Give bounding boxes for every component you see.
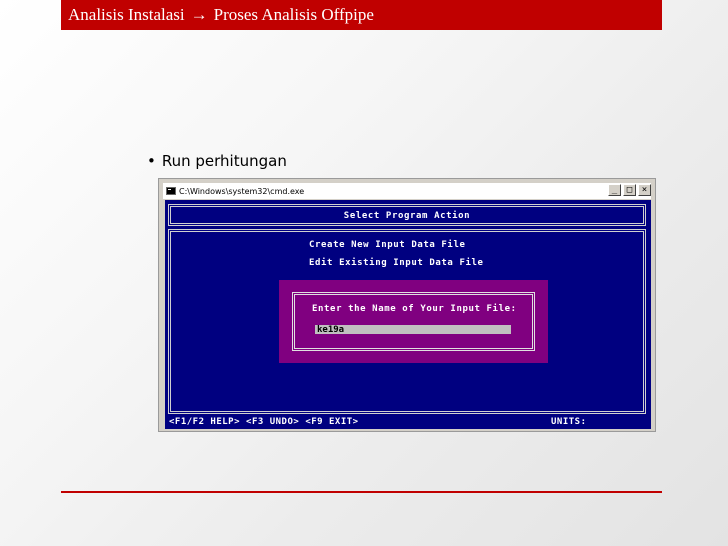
window-controls: _ □ × (606, 183, 651, 196)
footer-divider (61, 491, 662, 493)
help-key-hint: <F1/F2 HELP> (169, 417, 241, 427)
menu-item-edit[interactable]: Edit Existing Input Data File (309, 258, 484, 268)
function-keys: <F1/F2 HELP> <F3 UNDO> <F9 EXIT> (169, 417, 359, 427)
arrow-right-icon: → (190, 5, 208, 24)
cmd-window-title: C:\Windows\system32\cmd.exe (179, 186, 305, 196)
status-bar: <F1/F2 HELP> <F3 UNDO> <F9 EXIT> UNITS: (165, 415, 651, 429)
cmd-prompt-icon (166, 187, 176, 195)
menu-item-create[interactable]: Create New Input Data File (309, 240, 465, 250)
main-frame: Create New Input Data File Edit Existing… (168, 229, 646, 414)
units-label: UNITS: (551, 417, 587, 427)
dialog-frame: Enter the Name of Your Input File: (292, 292, 535, 351)
bullet-text: Run perhitungan (161, 152, 287, 170)
exit-key-hint: <F9 EXIT> (305, 417, 359, 427)
minimize-button[interactable]: _ (608, 184, 621, 196)
bullet-dot-icon: • (147, 152, 156, 170)
cmd-window: C:\Windows\system32\cmd.exe _ □ × Select… (158, 178, 656, 432)
slide-title-part1: Analisis Instalasi (68, 5, 185, 24)
dialog-label: Enter the Name of Your Input File: (312, 304, 517, 314)
slide-title-part2: Proses Analisis Offpipe (213, 5, 374, 24)
input-file-field[interactable] (315, 325, 511, 334)
input-file-dialog: Enter the Name of Your Input File: (279, 280, 548, 363)
maximize-button[interactable]: □ (623, 184, 636, 196)
undo-key-hint: <F3 UNDO> (246, 417, 300, 427)
header-frame: Select Program Action (168, 204, 646, 226)
slide-title-bar: Analisis Instalasi → Proses Analisis Off… (61, 0, 662, 30)
close-button[interactable]: × (638, 184, 651, 196)
screen-title: Select Program Action (343, 211, 471, 221)
bullet-item: • Run perhitungan (147, 152, 287, 170)
cmd-window-titlebar[interactable]: C:\Windows\system32\cmd.exe _ □ × (163, 183, 651, 199)
console-screen: Select Program Action Create New Input D… (165, 200, 651, 429)
